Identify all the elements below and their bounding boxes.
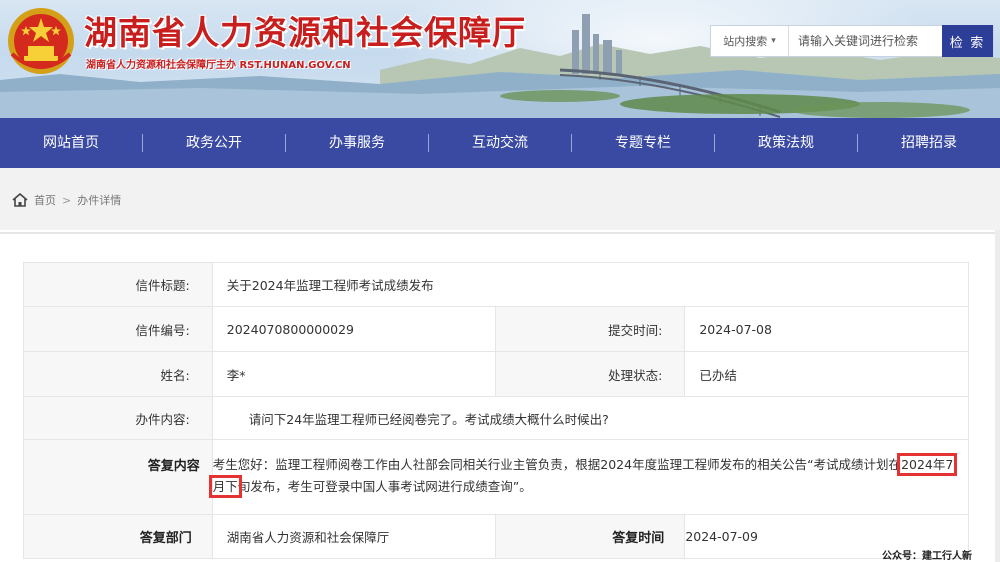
table-row: 姓名: 李* 处理状态: 已办结 [23,351,969,397]
status-label: 处理状态: [494,351,686,397]
nav-item-interaction[interactable]: 互动交流 [429,118,571,168]
reply-text: 考生您好：监理工程师阅卷工作由人社部会同相关行业主管负责，根据2024年度监理工… [208,440,968,514]
site-subtitle: 湖南省人力资源和社会保障厅主办 RST.HUNAN.GOV.CN [86,60,351,71]
home-icon[interactable] [12,193,28,207]
national-emblem-icon [8,8,74,74]
watermark: 公众号：建工行人新 [882,551,972,562]
submit-time-label: 提交时间: [494,306,686,352]
breadcrumb-home[interactable]: 首页 [34,192,56,208]
search-box: 站内搜索 ▾ 检 索 [710,25,994,57]
name-label: 姓名: [23,351,213,397]
reply-text-part1: 考生您好：监理工程师阅卷工作由人社部会同相关行业主管负责，根据2024年度监理工… [212,457,902,472]
reply-label: 答复内容 [23,439,213,515]
table-row: 办件内容: 请问下24年监理工程师已经阅卷完了。考试成绩大概什么时候出? [23,396,970,440]
nav-item-recruitment[interactable]: 招聘招录 [858,118,1000,168]
reply-content: 考生您好：监理工程师阅卷工作由人社部会同相关行业主管负责，根据2024年度监理工… [208,439,970,515]
search-button[interactable]: 检 索 [942,25,993,57]
chevron-down-icon: ▾ [771,36,776,46]
header-banner: 湖南省人力资源和社会保障厅 湖南省人力资源和社会保障厅主办 RST.HUNAN.… [0,0,1000,118]
breadcrumb-current: 办件详情 [77,194,122,207]
divider [0,232,1000,234]
nav-item-policies[interactable]: 政策法规 [715,118,857,168]
table-row: 答复部门 湖南省人力资源和社会保障厅 答复时间 2024-07-09 [23,514,969,559]
nav-item-topics[interactable]: 专题专栏 [572,118,714,168]
letter-title-label: 信件标题: [23,262,213,307]
reply-time-label: 答复时间 [494,514,686,559]
letter-number-value: 2024070800000029 [211,306,496,352]
breadcrumb-separator: > [62,193,72,207]
table-row: 信件编号: 2024070800000029 提交时间: 2024-07-08 [23,306,969,352]
letter-number-label: 信件编号: [23,306,213,352]
main-nav: 网站首页 政务公开 办事服务 互动交流 专题专栏 政策法规 招聘招录 [0,118,1000,168]
status-value: 已办结 [684,351,969,397]
site-title[interactable]: 湖南省人力资源和社会保障厅 [84,6,526,54]
search-scope-select[interactable]: 站内搜索 ▾ [711,26,789,56]
nav-item-home[interactable]: 网站首页 [0,118,142,168]
scrollbar-track[interactable] [995,230,1000,562]
breadcrumb-area: 首页 > 办件详情 [0,168,1000,230]
letter-detail-table: 信件标题: 关于2024年监理工程师考试成绩发布 信件编号: 202407080… [23,262,970,559]
search-scope-label: 站内搜索 [723,35,768,48]
content-label: 办件内容: [23,396,213,440]
table-row: 信件标题: 关于2024年监理工程师考试成绩发布 [23,262,970,307]
breadcrumb: 首页 > 办件详情 [12,192,121,208]
nav-item-gov-affairs[interactable]: 政务公开 [143,118,285,168]
name-value: 李* [211,351,496,397]
table-row: 答复内容 考生您好：监理工程师阅卷工作由人社部会同相关行业主管负责，根据2024… [23,439,970,515]
nav-item-services[interactable]: 办事服务 [286,118,428,168]
dept-value: 湖南省人力资源和社会保障厅 [211,514,496,559]
search-input[interactable] [789,26,942,56]
content-value: 请问下24年监理工程师已经阅卷完了。考试成绩大概什么时候出? [211,396,970,440]
dept-label: 答复部门 [23,514,213,559]
letter-title-value: 关于2024年监理工程师考试成绩发布 [211,262,970,307]
submit-time-value: 2024-07-08 [684,306,969,352]
reply-text-part2: 旬发布，考生可登录中国人事考试网进行成绩查询”。 [237,479,532,494]
